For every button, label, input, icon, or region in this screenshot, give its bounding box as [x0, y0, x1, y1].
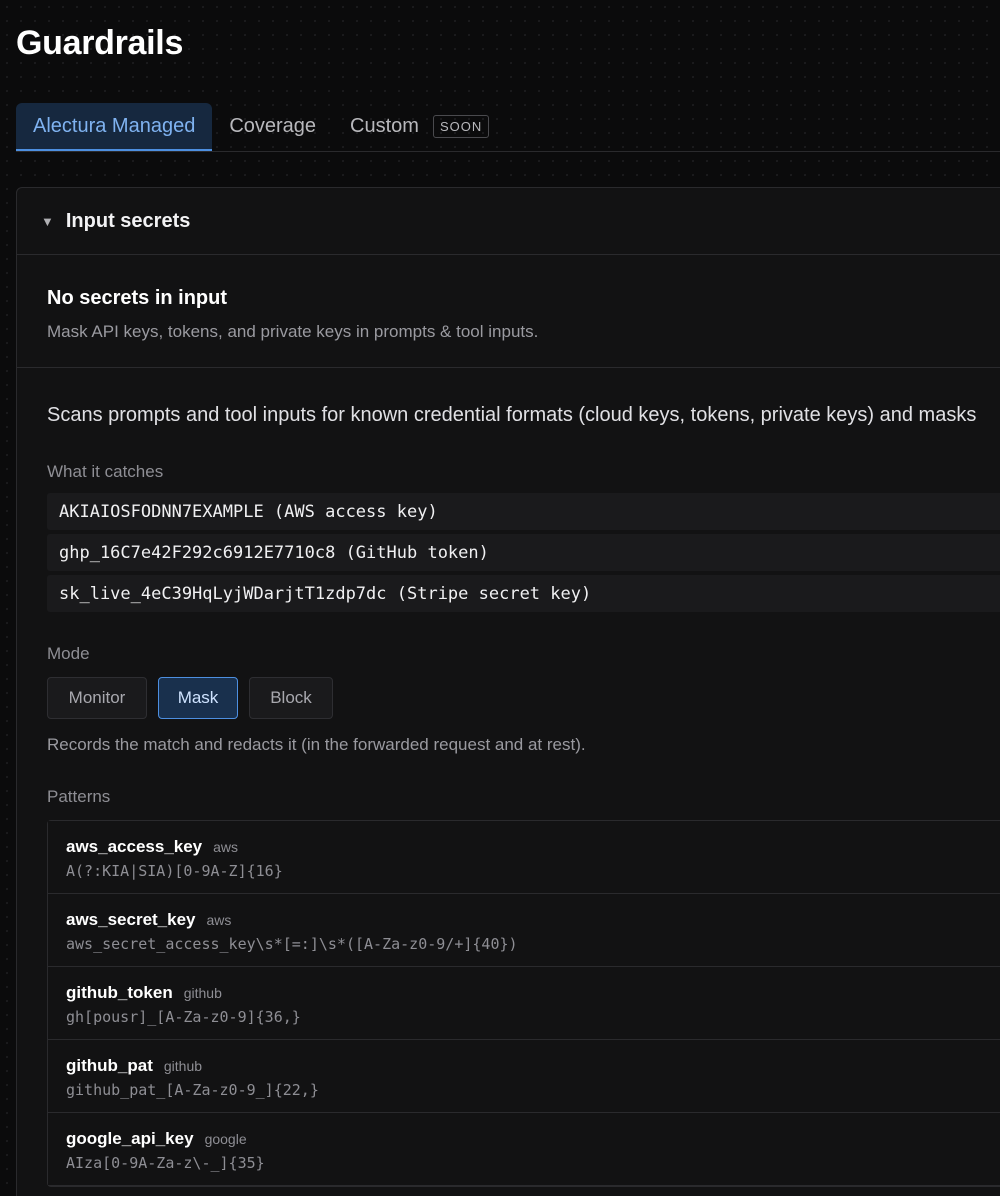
- pattern-regex: aws_secret_access_key\s*[=:]\s*([A-Za-z0…: [66, 935, 518, 953]
- patterns-label: Patterns: [47, 787, 111, 806]
- pattern-tag: github: [163, 1058, 203, 1074]
- tab-label: Alectura Managed: [33, 114, 196, 137]
- pattern-name: aws_secret_key: [66, 910, 196, 929]
- pattern-tag: aws: [206, 912, 232, 928]
- pattern-regex: A(?:KIA|SIA)[0-9A-Z]{16}: [66, 862, 283, 880]
- pattern-row: github_pat github github_pat_[A-Za-z0-9_…: [48, 1040, 1000, 1113]
- pattern-row: github_token github gh[pousr]_[A-Za-z0-9…: [48, 967, 1000, 1040]
- guardrails-page: Guardrails Alectura Managed Coverage Cus…: [0, 0, 1000, 1196]
- what-it-catches-label: What it catches: [47, 462, 164, 481]
- mode-mask-button[interactable]: Mask: [158, 677, 238, 719]
- section-title: Input secrets: [65, 209, 191, 232]
- tab-coverage[interactable]: Coverage: [212, 103, 333, 149]
- pattern-name: github_pat: [66, 1056, 153, 1075]
- mode-block-button[interactable]: Block: [249, 677, 333, 719]
- tab-bar: Alectura Managed Coverage Custom SOON: [16, 103, 1000, 152]
- pattern-tag: github: [183, 985, 222, 1001]
- pattern-name: aws_access_key: [66, 837, 203, 856]
- summary-description: Mask API keys, tokens, and private keys …: [47, 322, 539, 341]
- mode-selector: Monitor Mask Block: [47, 677, 344, 719]
- pattern-name: github_token: [66, 983, 173, 1002]
- tab-alectura-managed[interactable]: Alectura Managed: [16, 103, 213, 151]
- mode-description: Records the match and redacts it (in the…: [47, 735, 586, 754]
- patterns-list: aws_access_key aws A(?:KIA|SIA)[0-9A-Z]{…: [47, 820, 1000, 1187]
- tab-custom[interactable]: Custom SOON: [333, 103, 506, 149]
- summary-title: No secrets in input: [47, 287, 228, 309]
- pattern-tag: aws: [213, 839, 239, 855]
- input-secrets-header[interactable]: ▼ Input secrets: [17, 188, 1000, 255]
- input-secrets-panel: ▼ Input secrets No secrets in input Mask…: [16, 187, 1000, 1196]
- pattern-regex: gh[pousr]_[A-Za-z0-9]{36,}: [66, 1008, 301, 1026]
- catch-example: sk_live_4eC39HqLyjWDarjtT1zdp7dc (Stripe…: [47, 575, 1000, 612]
- pattern-name: google_api_key: [66, 1129, 194, 1148]
- pattern-row: google_api_key google AIza[0-9A-Za-z\-_]…: [48, 1113, 1000, 1186]
- pattern-tag: google: [204, 1131, 247, 1147]
- page-title: Guardrails: [16, 24, 184, 62]
- scan-description: Scans prompts and tool inputs for known …: [47, 404, 977, 426]
- soon-badge: SOON: [432, 114, 490, 138]
- pattern-row: aws_secret_key aws aws_secret_access_key…: [48, 894, 1000, 967]
- catch-example: AKIAIOSFODNN7EXAMPLE (AWS access key): [47, 493, 1000, 530]
- catch-examples: AKIAIOSFODNN7EXAMPLE (AWS access key) gh…: [47, 493, 1000, 616]
- catch-example: ghp_16C7e42F292c6912E7710c8 (GitHub toke…: [47, 534, 1000, 571]
- tab-label: Custom: [350, 114, 419, 137]
- pattern-regex: github_pat_[A-Za-z0-9_]{22,}: [66, 1081, 319, 1099]
- mode-label: Mode: [47, 644, 90, 663]
- guardrail-summary: No secrets in input Mask API keys, token…: [17, 255, 1000, 368]
- pattern-row: aws_access_key aws A(?:KIA|SIA)[0-9A-Z]{…: [48, 821, 1000, 894]
- caret-down-icon: ▼: [41, 213, 54, 229]
- tab-label: Coverage: [229, 114, 317, 137]
- pattern-regex: AIza[0-9A-Za-z\-_]{35}: [66, 1154, 265, 1172]
- mode-monitor-button[interactable]: Monitor: [47, 677, 147, 719]
